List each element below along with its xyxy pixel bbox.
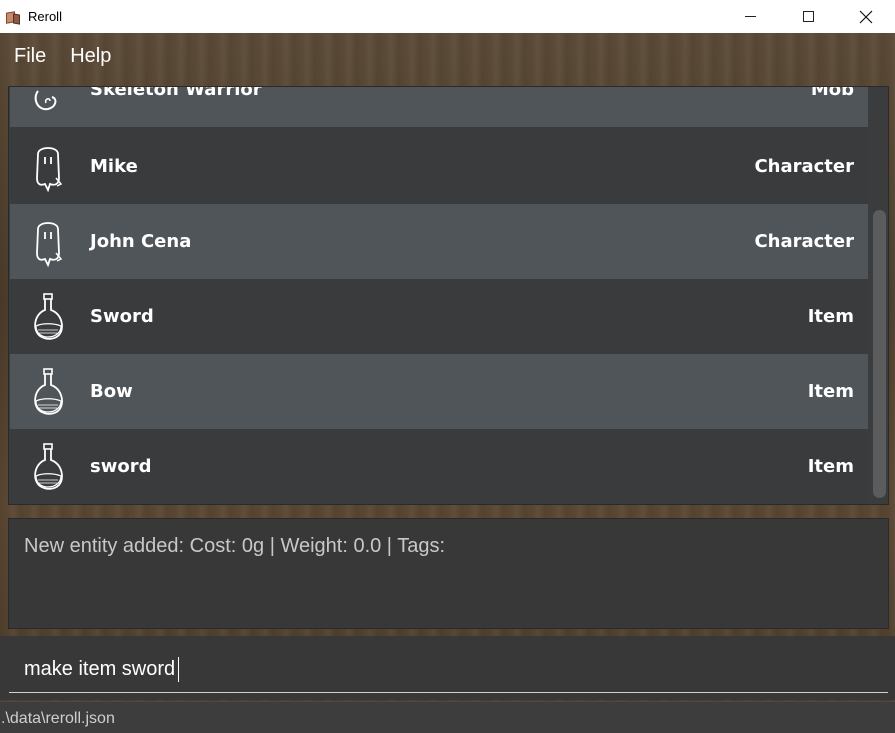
potion-flask-icon [34, 367, 63, 415]
minimize-button[interactable] [721, 0, 779, 33]
entity-type: Item [807, 381, 854, 402]
title-bar: Reroll [0, 0, 895, 33]
app-icon [5, 9, 21, 25]
entity-type: Item [807, 456, 854, 477]
menu-bar: File Help [0, 36, 121, 76]
entity-type: Item [807, 306, 854, 327]
entity-name: sword [90, 456, 152, 477]
status-bar: .\data\reroll.json [0, 701, 895, 733]
entity-name: Bow [90, 381, 133, 402]
potion-flask-icon [34, 292, 63, 340]
close-icon [859, 10, 873, 23]
menu-file[interactable]: File [14, 45, 46, 68]
maximize-icon [802, 11, 814, 22]
entity-name: Sword [90, 306, 154, 327]
command-box [0, 636, 895, 700]
menu-help[interactable]: Help [70, 45, 111, 68]
result-display: New entity added: Cost: 0g | Weight: 0.0… [8, 518, 889, 629]
window-title: Reroll [28, 9, 62, 24]
close-button[interactable] [837, 0, 895, 33]
list-item[interactable]: Mike Character [10, 129, 868, 204]
list-item[interactable]: Bow Item [10, 354, 868, 429]
potion-flask-icon [34, 442, 63, 490]
ghost-character-icon [36, 146, 63, 192]
list-item[interactable]: Skeleton Warrior Mob [10, 86, 868, 127]
list-item[interactable]: sword Item [10, 429, 868, 504]
command-input[interactable] [9, 646, 888, 693]
list-scrollbar[interactable] [873, 210, 886, 498]
entity-list[interactable]: Skeleton Warrior Mob Mike Character John… [8, 86, 889, 505]
save-file-path: .\data\reroll.json [1, 710, 115, 727]
entity-name: John Cena [90, 231, 192, 252]
entity-name: Skeleton Warrior [90, 86, 262, 100]
entity-type: Character [754, 231, 854, 252]
list-item[interactable]: Sword Item [10, 279, 868, 354]
entity-type: Mob [810, 86, 854, 100]
list-item[interactable]: John Cena Character [10, 204, 868, 279]
entity-name: Mike [90, 156, 138, 177]
window-controls [721, 0, 895, 33]
maximize-button[interactable] [779, 0, 837, 33]
entity-type: Character [754, 156, 854, 177]
ghost-character-icon [36, 221, 63, 267]
skeleton-icon [34, 89, 57, 110]
result-message: New entity added: Cost: 0g | Weight: 0.0… [24, 535, 445, 557]
minimize-icon [744, 16, 756, 17]
text-caret [178, 657, 179, 682]
